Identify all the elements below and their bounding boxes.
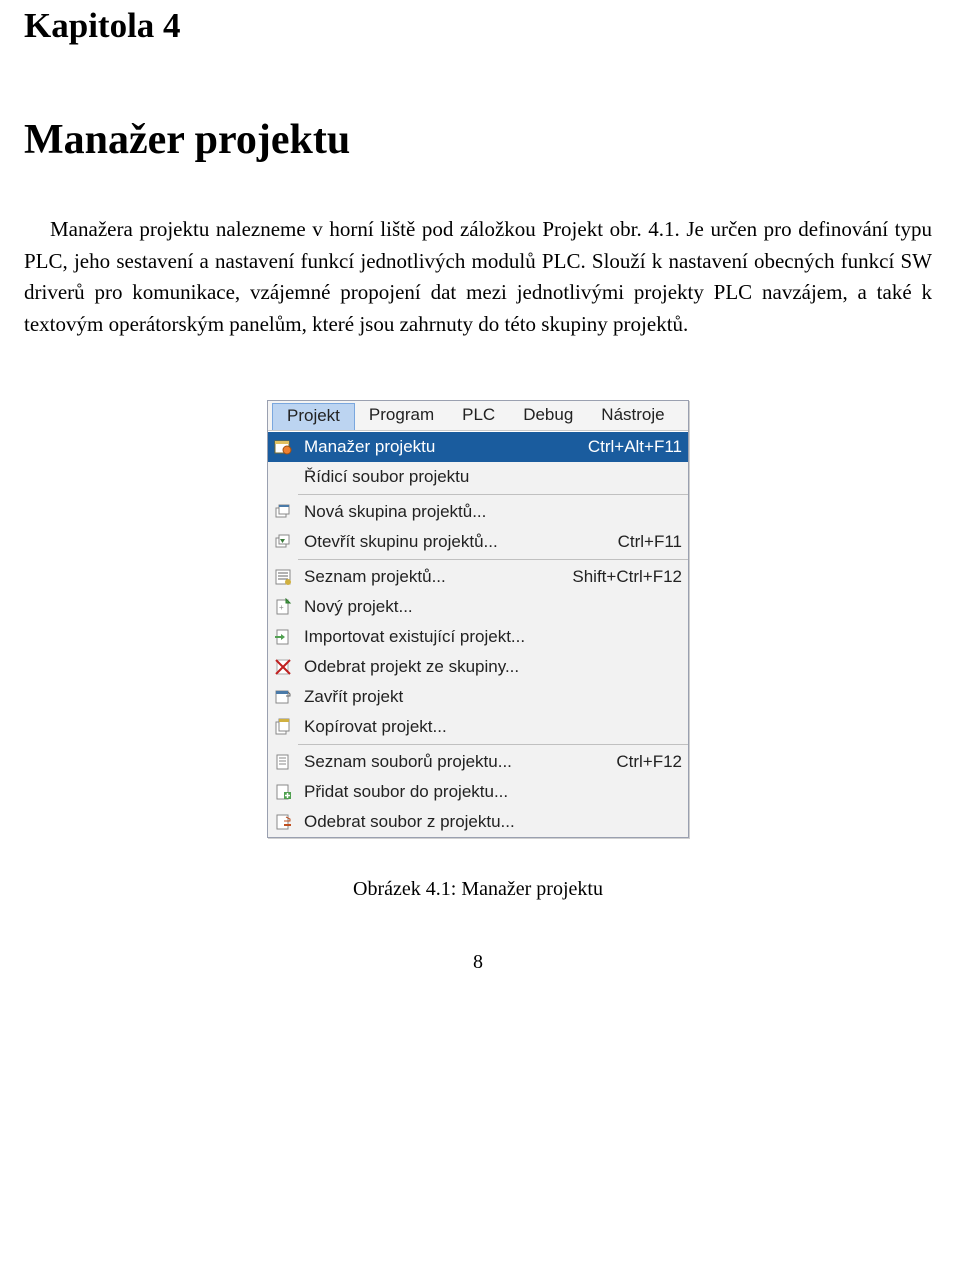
menu-separator bbox=[298, 494, 688, 495]
open-group-icon bbox=[268, 527, 298, 557]
menu-item[interactable]: Otevřít skupinu projektů...Ctrl+F11 bbox=[268, 527, 688, 557]
remove-file-icon bbox=[268, 807, 298, 837]
menu-item[interactable]: Nová skupina projektů... bbox=[268, 497, 688, 527]
menu-item-label: Odebrat soubor z projektu... bbox=[298, 812, 682, 832]
menubar: ProjektProgramPLCDebugNástroje bbox=[268, 401, 688, 431]
list-icon bbox=[268, 562, 298, 592]
close-project-icon bbox=[268, 682, 298, 712]
remove-project-icon bbox=[268, 652, 298, 682]
chapter-title: Manažer projektu bbox=[24, 116, 932, 164]
menu-separator bbox=[298, 744, 688, 745]
file-list-icon bbox=[268, 747, 298, 777]
menu-item-label: Importovat existující projekt... bbox=[298, 627, 682, 647]
body-paragraph: Manažera projektu nalezneme v horní lišt… bbox=[24, 214, 932, 340]
menubar-item-program[interactable]: Program bbox=[355, 403, 448, 430]
menubar-item-debug[interactable]: Debug bbox=[509, 403, 587, 430]
menu-item-label: Přidat soubor do projektu... bbox=[298, 782, 682, 802]
menu-separator bbox=[298, 559, 688, 560]
menu-item-shortcut: Ctrl+F12 bbox=[604, 752, 682, 772]
menu-item-shortcut: Ctrl+F11 bbox=[606, 532, 682, 552]
menu-item-shortcut: Ctrl+Alt+F11 bbox=[576, 437, 682, 457]
menu-item-label: Zavřít projekt bbox=[298, 687, 682, 707]
menu-item[interactable]: + Nový projekt... bbox=[268, 592, 688, 622]
menu-item-label: Seznam souborů projektu... bbox=[298, 752, 604, 772]
menu-item[interactable]: Zavřít projekt bbox=[268, 682, 688, 712]
paragraph-text: Manažera projektu nalezneme v horní lišt… bbox=[24, 214, 932, 340]
import-icon bbox=[268, 622, 298, 652]
menu-item[interactable]: Odebrat projekt ze skupiny... bbox=[268, 652, 688, 682]
new-group-icon bbox=[268, 497, 298, 527]
svg-text:+: + bbox=[279, 603, 284, 612]
blank-icon bbox=[268, 462, 298, 492]
dropdown-menu: Manažer projektuCtrl+Alt+F11 Řídicí soubo… bbox=[268, 431, 688, 837]
menu-screenshot: ProjektProgramPLCDebugNástroje Manažer p… bbox=[267, 400, 689, 838]
new-project-icon: + bbox=[268, 592, 298, 622]
add-file-icon bbox=[268, 777, 298, 807]
menu-item-label: Odebrat projekt ze skupiny... bbox=[298, 657, 682, 677]
menu-item[interactable]: Seznam souborů projektu...Ctrl+F12 bbox=[268, 747, 688, 777]
menubar-item-plc[interactable]: PLC bbox=[448, 403, 509, 430]
menu-item-label: Nová skupina projektů... bbox=[298, 502, 682, 522]
menu-item-label: Otevřít skupinu projektů... bbox=[298, 532, 606, 552]
menu-item-label: Kopírovat projekt... bbox=[298, 717, 682, 737]
menu-item-shortcut: Shift+Ctrl+F12 bbox=[560, 567, 682, 587]
menu-item[interactable]: Odebrat soubor z projektu... bbox=[268, 807, 688, 837]
menu-item-label: Nový projekt... bbox=[298, 597, 682, 617]
menubar-item-nástroje[interactable]: Nástroje bbox=[587, 403, 678, 430]
copy-project-icon bbox=[268, 712, 298, 742]
menu-item-label: Řídicí soubor projektu bbox=[298, 467, 682, 487]
page-number: 8 bbox=[24, 951, 932, 974]
menu-item-label: Manažer projektu bbox=[298, 437, 576, 457]
menu-item[interactable]: Přidat soubor do projektu... bbox=[268, 777, 688, 807]
figure-caption: Obrázek 4.1: Manažer projektu bbox=[24, 878, 932, 901]
chapter-label: Kapitola 4 bbox=[24, 6, 932, 46]
menu-item[interactable]: Importovat existující projekt... bbox=[268, 622, 688, 652]
menu-item-label: Seznam projektů... bbox=[298, 567, 560, 587]
menu-item[interactable]: Manažer projektuCtrl+Alt+F11 bbox=[268, 432, 688, 462]
menu-item[interactable]: Seznam projektů...Shift+Ctrl+F12 bbox=[268, 562, 688, 592]
menubar-item-projekt[interactable]: Projekt bbox=[272, 403, 355, 430]
manager-icon bbox=[268, 432, 298, 462]
menu-item[interactable]: Řídicí soubor projektu bbox=[268, 462, 688, 492]
menu-item[interactable]: Kopírovat projekt... bbox=[268, 712, 688, 742]
